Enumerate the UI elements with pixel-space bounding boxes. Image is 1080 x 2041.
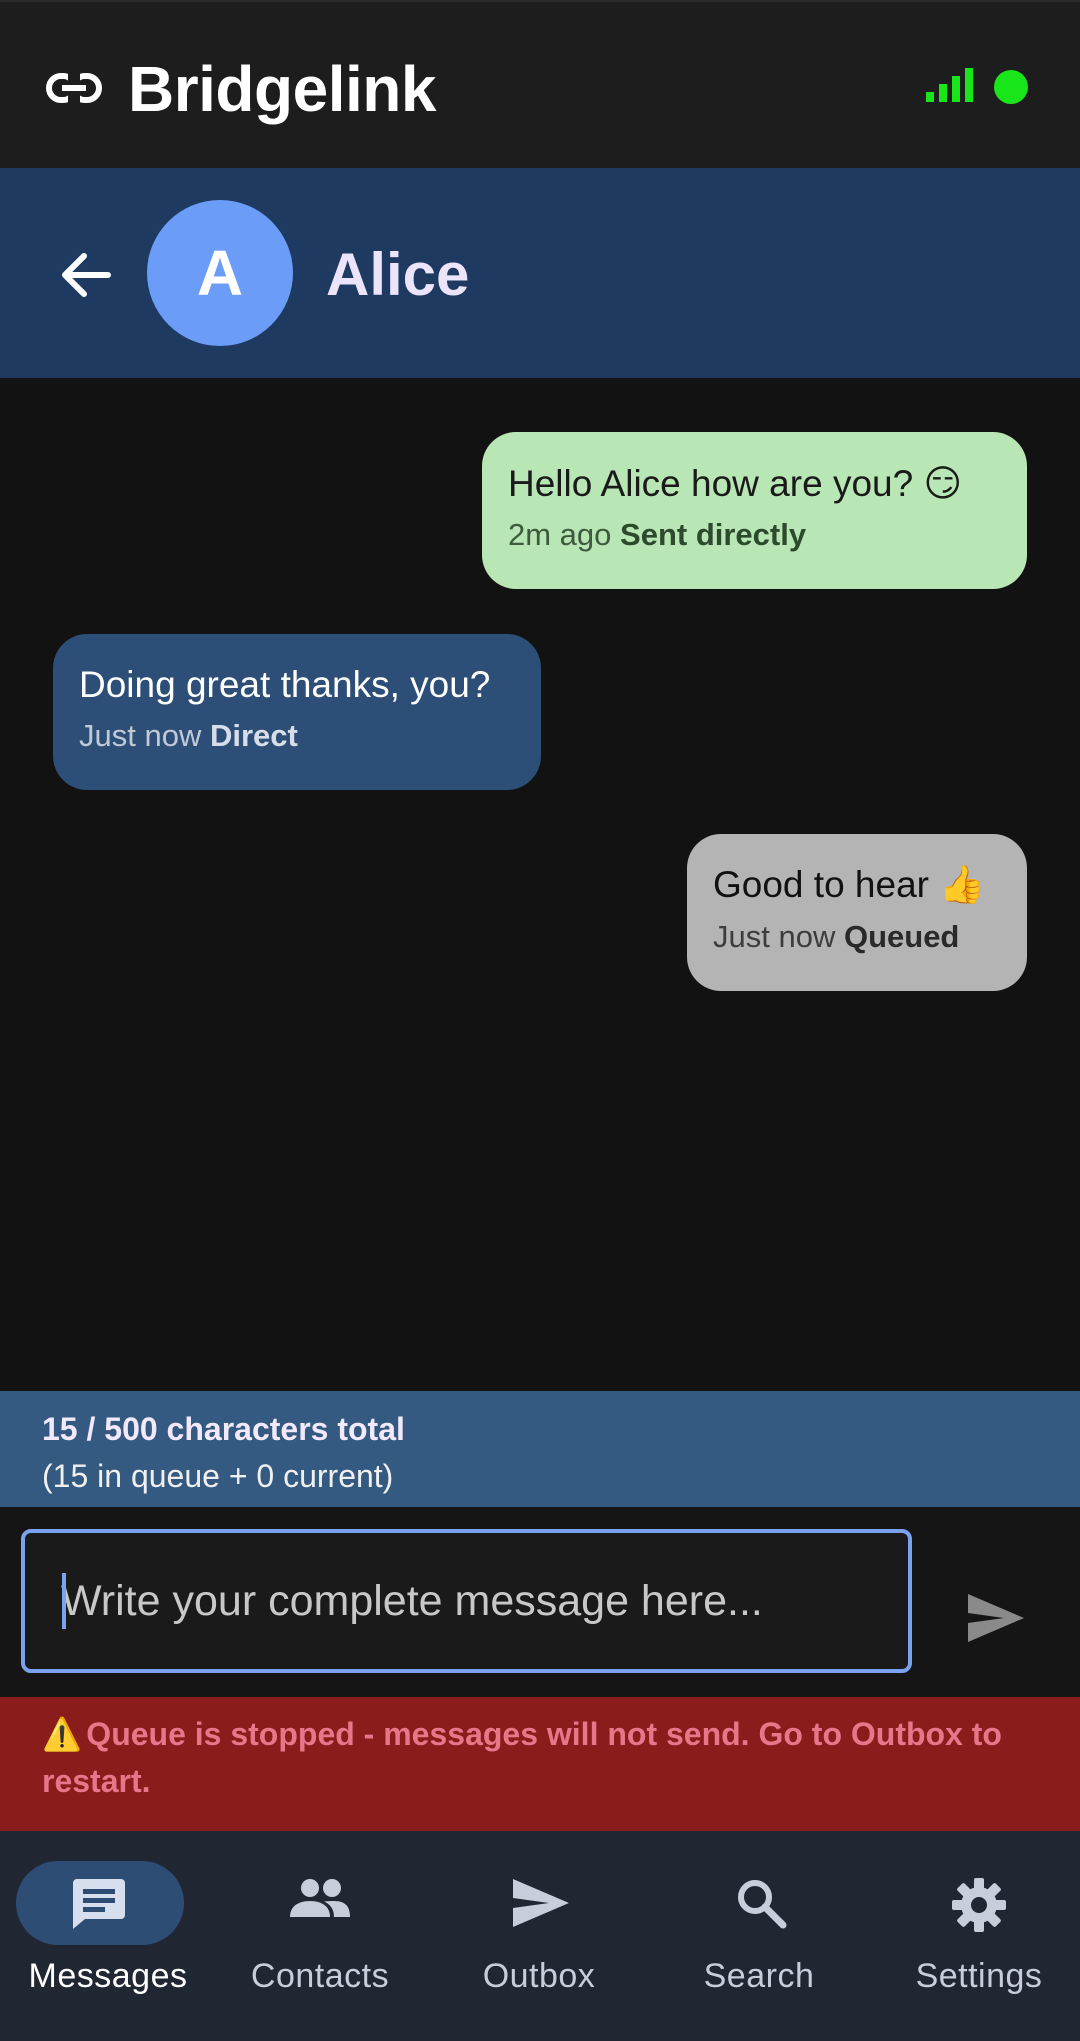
contact-name: Alice	[326, 241, 470, 308]
message-status: Queued	[843, 919, 960, 954]
text-caret	[62, 1573, 66, 1629]
nav-item-outbox[interactable]: Outbox	[431, 1831, 647, 2041]
message-time: Just now	[713, 919, 836, 954]
nav-label: Messages	[28, 1957, 188, 1995]
nav-item-settings[interactable]: Settings	[871, 1831, 1080, 2041]
message-time: Just now	[79, 718, 202, 753]
counter-detail: (15 in queue + 0 current)	[42, 1458, 394, 1494]
message-bubble-incoming[interactable]: Doing great thanks, you? Just now Direct	[53, 634, 541, 790]
top-app-bar: Bridgelink	[0, 0, 1080, 168]
message-text: Hello Alice how are you? 😏	[508, 463, 963, 504]
send-button[interactable]	[966, 1592, 1026, 1644]
bottom-navigation: Messages Contacts Outbox Search Settings	[0, 1831, 1080, 2041]
link-icon	[46, 72, 102, 104]
message-time: 2m ago	[508, 517, 612, 552]
nav-label: Outbox	[482, 1957, 596, 1995]
app-root: Bridgelink A Alice Hello Alice how are y…	[0, 0, 1080, 2041]
nav-item-contacts[interactable]: Contacts	[212, 1831, 428, 2041]
app-title: Bridgelink	[128, 53, 436, 125]
counter-total: 15 / 500 characters total	[42, 1411, 405, 1447]
message-bubble-queued[interactable]: Good to hear 👍 Just now Queued	[687, 834, 1027, 991]
nav-label: Contacts	[250, 1957, 390, 1995]
message-input[interactable]	[21, 1529, 912, 1673]
nav-label: Settings	[915, 1957, 1043, 1995]
nav-item-messages[interactable]: Messages	[0, 1831, 216, 2041]
message-text: Doing great thanks, you?	[79, 664, 491, 705]
message-text: Good to hear 👍	[713, 864, 986, 905]
message-meta: Just now Direct	[79, 718, 515, 754]
back-arrow-icon[interactable]	[58, 248, 112, 302]
character-counter: 15 / 500 characters total (15 in queue +…	[0, 1391, 1080, 1507]
nav-label: Search	[703, 1957, 815, 1995]
message-bubble-outgoing[interactable]: Hello Alice how are you? 😏 2m ago Sent d…	[482, 432, 1027, 589]
message-icon	[73, 1879, 125, 1929]
contact-avatar: A	[147, 200, 293, 346]
warning-icon: ⚠️	[42, 1716, 82, 1752]
queue-stopped-warning: ⚠️ Queue is stopped - messages will not …	[0, 1697, 1080, 1831]
message-status: Direct	[209, 718, 298, 753]
message-status: Sent directly	[620, 517, 807, 552]
message-meta: Just now Queued	[713, 919, 1001, 955]
signal-strength-icon	[926, 68, 973, 102]
send-icon	[513, 1879, 569, 1927]
search-icon	[738, 1880, 787, 1929]
gear-icon	[952, 1878, 1006, 1932]
connection-status-dot	[994, 70, 1028, 104]
warning-text: Queue is stopped - messages will not sen…	[42, 1716, 1002, 1799]
people-icon	[290, 1879, 350, 1917]
nav-item-search[interactable]: Search	[651, 1831, 867, 2041]
message-meta: 2m ago Sent directly	[508, 517, 1001, 553]
